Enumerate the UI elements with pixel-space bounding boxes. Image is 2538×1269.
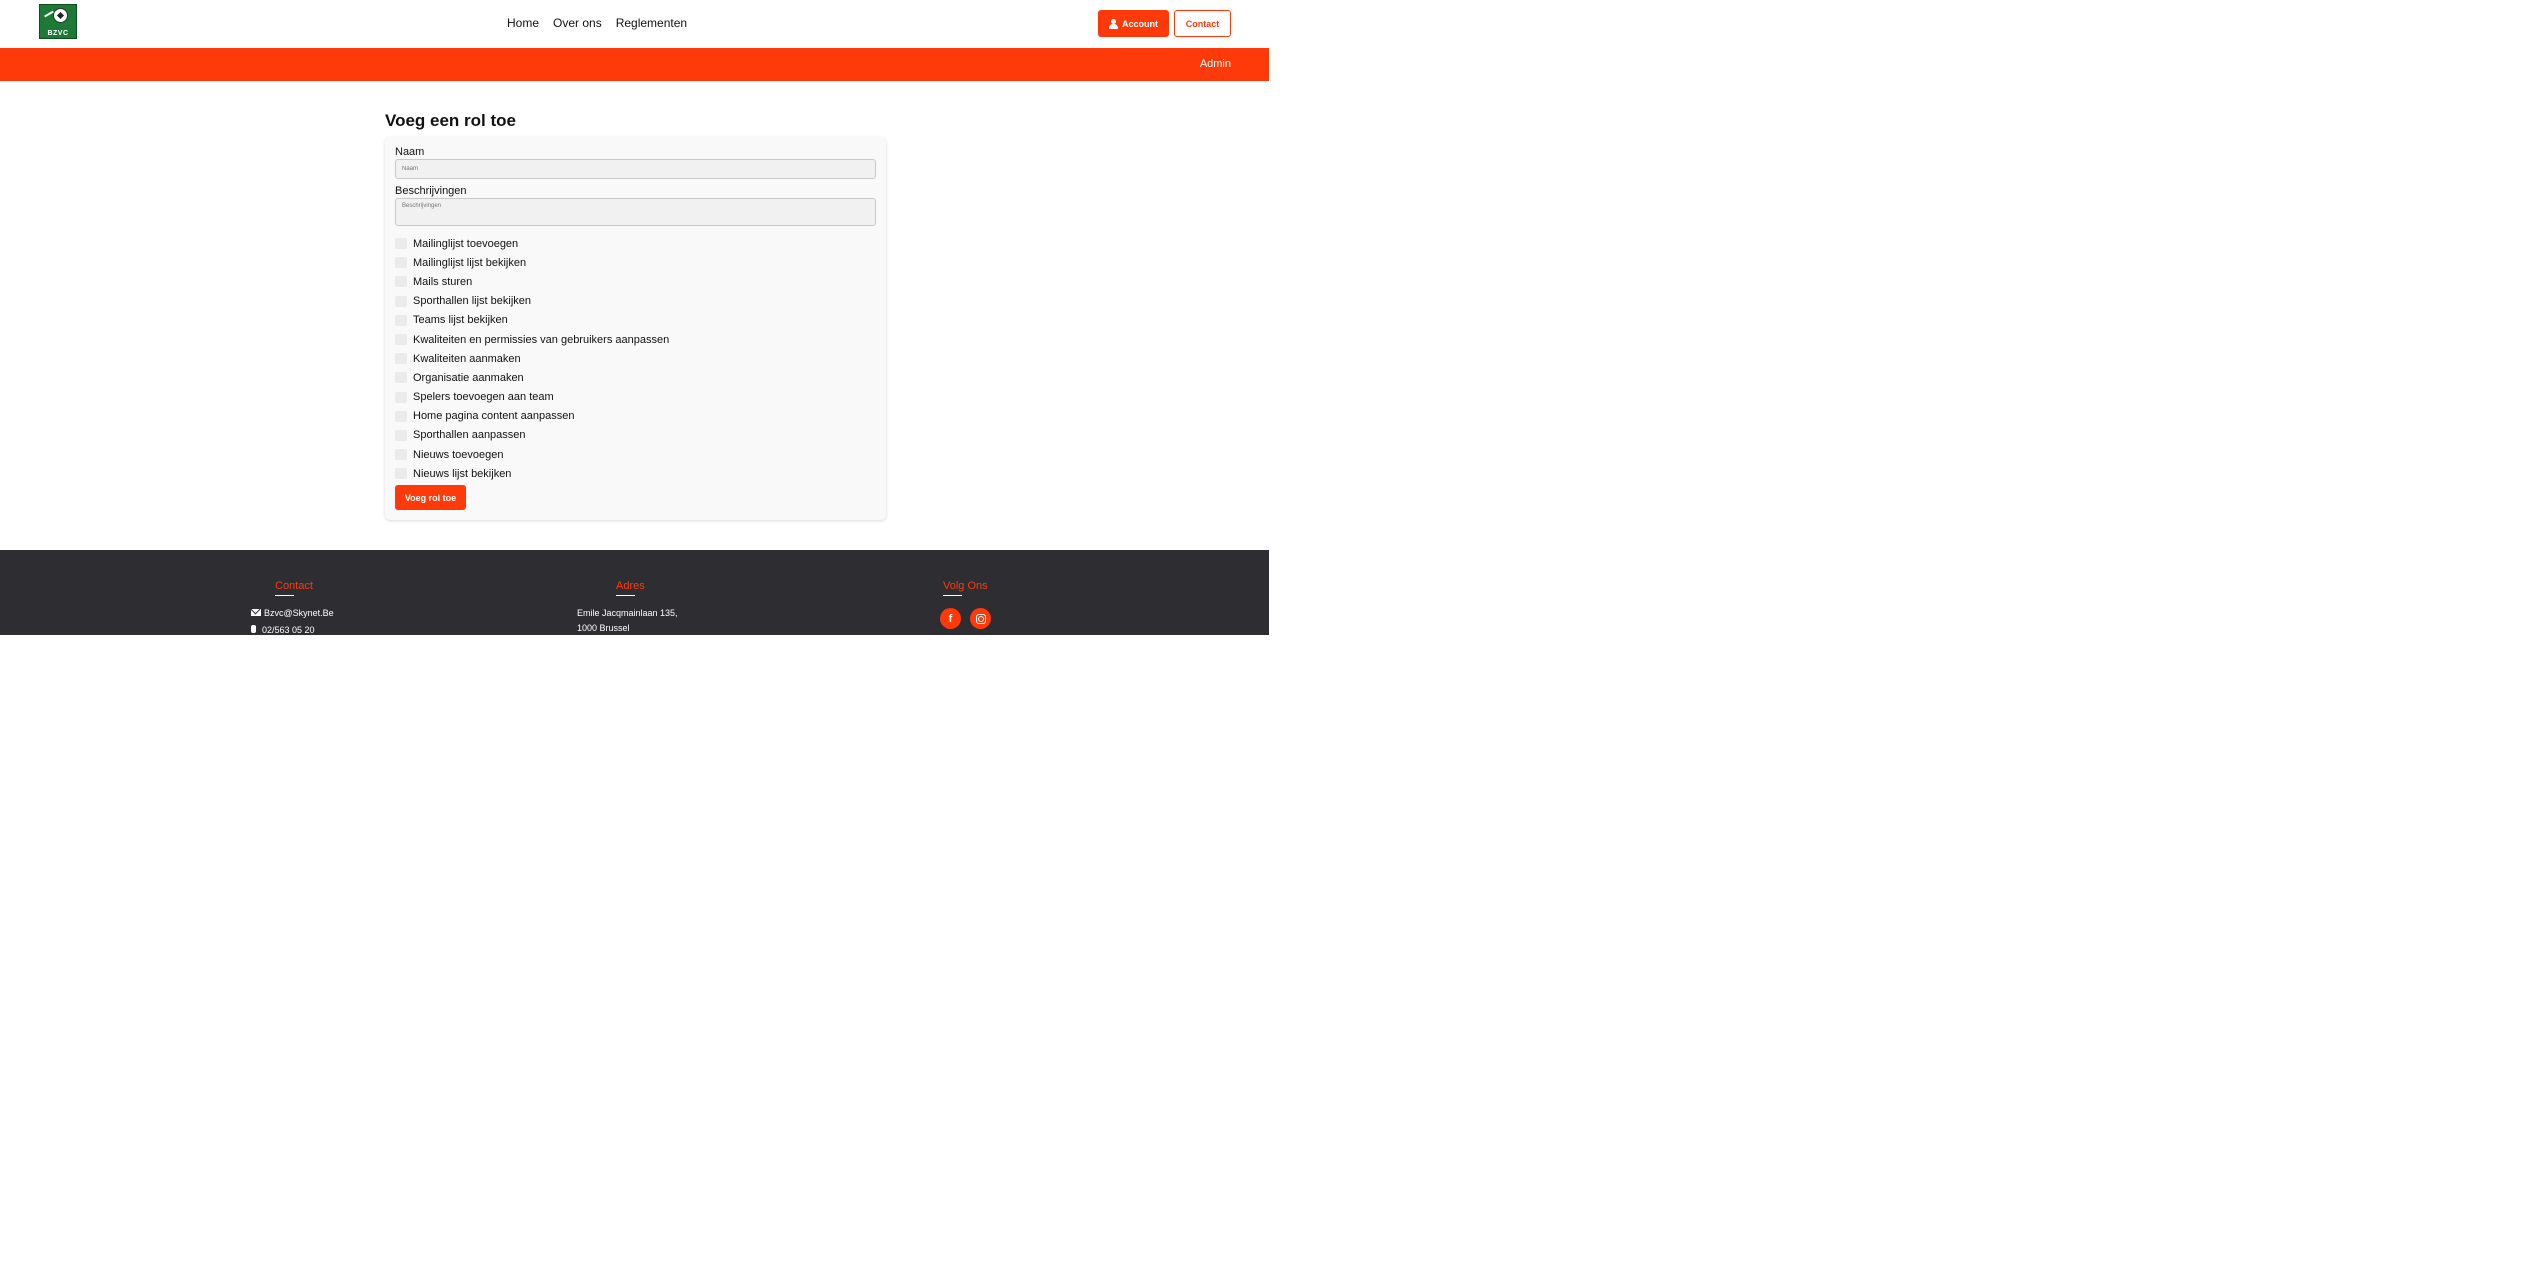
phone-icon (251, 625, 256, 633)
add-role-submit-button[interactable]: Voeg rol toe (395, 485, 466, 510)
permission-item[interactable]: Home pagina content aanpassen (395, 407, 669, 426)
page-title: Voeg een rol toe (385, 111, 516, 130)
submit-button-label: Voeg rol toe (404, 492, 457, 503)
admin-link[interactable]: Admin (1200, 58, 1231, 70)
site-footer: Contact Bzvc@Skynet.Be 02/563 05 20 Adre… (0, 550, 1269, 635)
checkbox[interactable] (395, 295, 407, 307)
permission-item[interactable]: Spelers toevoegen aan team (395, 388, 669, 407)
instagram-icon-button[interactable] (970, 608, 991, 629)
account-button-label: Account (1122, 18, 1158, 29)
checkbox[interactable] (395, 449, 407, 461)
instagram-icon (975, 613, 986, 624)
admin-bar: Admin (0, 48, 1269, 81)
checkbox[interactable] (395, 410, 407, 422)
checkbox[interactable] (395, 257, 407, 269)
footer-phone[interactable]: 02/563 05 20 (251, 623, 315, 638)
permission-item[interactable]: Kwaliteiten aanmaken (395, 349, 669, 368)
nav-over-ons-link[interactable]: Over ons (553, 16, 602, 30)
logo-text: BZVC (47, 30, 69, 37)
name-label: Naam (395, 146, 425, 158)
permissions-list: Mailinglijst toevoegen Mailinglijst lijs… (395, 234, 669, 483)
add-role-form: Naam Beschrijvingen Mailinglijst toevoeg… (385, 137, 886, 520)
footer-social-title: Volg Ons (943, 580, 988, 596)
checkbox[interactable] (395, 372, 407, 384)
football-icon (53, 8, 68, 23)
checkbox[interactable] (395, 468, 407, 480)
footer-address-title: Adres (616, 580, 645, 596)
facebook-icon[interactable]: f (940, 608, 961, 629)
checkbox[interactable] (395, 353, 407, 365)
top-navbar: BZVC Home Over ons Reglementen Account C… (0, 0, 1269, 48)
permission-item[interactable]: Mailinglijst toevoegen (395, 234, 669, 253)
envelope-icon (251, 609, 261, 616)
footer-email[interactable]: Bzvc@Skynet.Be (251, 606, 334, 621)
checkbox[interactable] (395, 334, 407, 346)
description-label: Beschrijvingen (395, 185, 467, 197)
main-nav: Home Over ons Reglementen (507, 16, 687, 30)
description-textarea[interactable] (395, 198, 876, 226)
permission-item[interactable]: Mails sturen (395, 272, 669, 291)
contact-button[interactable]: Contact (1174, 10, 1231, 37)
checkbox[interactable] (395, 391, 407, 403)
nav-home-link[interactable]: Home (507, 16, 539, 30)
permission-item[interactable]: Sporthallen aanpassen (395, 426, 669, 445)
name-input[interactable] (395, 159, 876, 179)
contact-button-label: Contact (1185, 18, 1220, 29)
permission-item[interactable]: Sporthallen lijst bekijken (395, 292, 669, 311)
nav-reglementen-link[interactable]: Reglementen (616, 16, 687, 30)
checkbox[interactable] (395, 314, 407, 326)
permission-item[interactable]: Organisatie aanmaken (395, 368, 669, 387)
permission-item[interactable]: Mailinglijst lijst bekijken (395, 253, 669, 272)
checkbox[interactable] (395, 238, 407, 250)
checkbox[interactable] (395, 429, 407, 441)
footer-address: Emile Jacqmainlaan 135, 1000 Brussel (577, 608, 678, 633)
permission-item[interactable]: Nieuws toevoegen (395, 445, 669, 464)
club-logo[interactable]: BZVC (39, 4, 77, 39)
permission-item[interactable]: Nieuws lijst bekijken (395, 464, 669, 483)
permission-item[interactable]: Kwaliteiten en permissies van gebruikers… (395, 330, 669, 349)
permission-item[interactable]: Teams lijst bekijken (395, 311, 669, 330)
user-icon (1109, 18, 1118, 29)
checkbox[interactable] (395, 276, 407, 288)
account-button[interactable]: Account (1098, 10, 1169, 37)
footer-contact-title: Contact (275, 580, 313, 596)
